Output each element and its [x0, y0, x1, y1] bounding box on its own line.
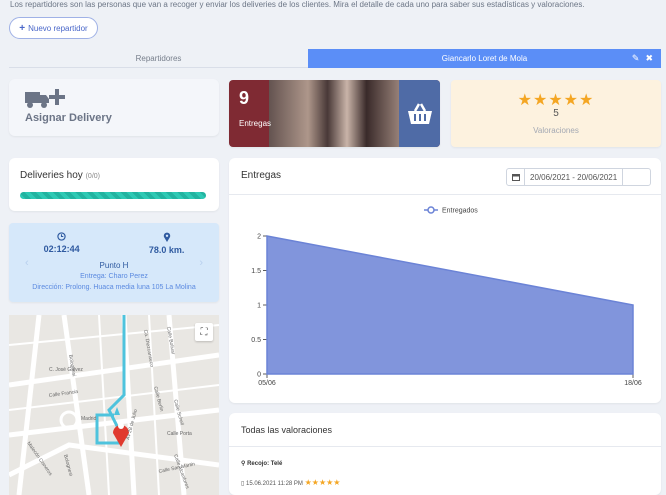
- ratings-divider: [229, 446, 661, 447]
- date-range-clear[interactable]: [622, 169, 650, 185]
- new-delivery-person-button[interactable]: + Nuevo repartidor: [9, 17, 98, 39]
- time-value: 02:12:44: [43, 244, 80, 254]
- chart-divider: [229, 194, 661, 195]
- date-range-picker[interactable]: 20/06/2021 - 20/06/2021: [506, 168, 651, 186]
- deliveries-progress-bar: [20, 192, 206, 199]
- valoraciones-label: Valoraciones: [533, 126, 579, 135]
- tab-actions: ✎ ✖: [632, 53, 653, 64]
- entregas-photo: [269, 80, 399, 147]
- edit-icon[interactable]: ✎: [632, 53, 640, 64]
- series-area-entregados: [266, 235, 634, 375]
- tab-repartidor-detail[interactable]: Giancarlo Loret de Mola ✎ ✖: [308, 49, 661, 68]
- date-range-input[interactable]: 20/06/2021 - 20/06/2021: [525, 169, 622, 185]
- street-label: Madrid: [81, 416, 97, 422]
- point-metrics: 02:12:44 78.0 km.: [9, 232, 219, 255]
- truck-plus-icon: [25, 89, 65, 108]
- y-tick-label: 1: [257, 303, 261, 310]
- street-label: Ca. Diezcanseco: [142, 329, 155, 367]
- street-label: Malecón Cisneros: [25, 441, 53, 478]
- pickup-label: Recojo: Telé: [247, 461, 283, 467]
- intro-text: Los repartidores son las personas que va…: [10, 0, 585, 9]
- y-tick-label: 0: [257, 372, 261, 379]
- chart-title: Entregas: [241, 170, 282, 181]
- street-label: Bolognesi: [67, 354, 77, 377]
- legend-label: Entregados: [442, 208, 478, 215]
- delivery-map[interactable]: Bolognesi Ca. Diezcanseco Calle Bolivar …: [9, 315, 219, 495]
- x-tick-label: 18/06: [624, 380, 642, 387]
- all-ratings-card: Todas las valoraciones ⚲ Recojo: Telé ▯ …: [229, 413, 661, 495]
- deliveries-today-card: Deliveries hoy (0/0): [9, 158, 219, 211]
- rating-date: ▯ 15.06.2021 11:28 PM ★★★★★: [241, 478, 340, 487]
- y-tick-label: 1.5: [251, 268, 261, 275]
- map-canvas[interactable]: Bolognesi Ca. Diezcanseco Calle Bolivar …: [9, 315, 219, 495]
- distance-value: 78.0 km.: [148, 245, 185, 255]
- y-tick-label: 2: [257, 234, 261, 241]
- tab-bar: Repartidores Giancarlo Loret de Mola ✎ ✖: [9, 49, 661, 68]
- valoraciones-value: 5: [553, 108, 559, 119]
- new-delivery-person-label: Nuevo repartidor: [28, 23, 88, 33]
- entregas-stat-card: 9 Entregas: [229, 80, 440, 147]
- entregas-count: 9: [239, 88, 250, 108]
- x-tick-label: 05/06: [258, 380, 276, 387]
- rating-item-stars: ★★★★★: [304, 478, 341, 487]
- point-address: Dirección: Prolong. Huaca media luna 105…: [32, 284, 196, 291]
- assign-delivery-card[interactable]: Asignar Delivery: [9, 79, 219, 136]
- rating-pickup: ⚲ Recojo: Telé: [241, 460, 282, 467]
- street-label: C. José Gálvez: [49, 367, 83, 373]
- delivery-point-card: 02:12:44 78.0 km. ‹ › Punto H Entrega: C…: [9, 223, 219, 302]
- deliveries-today-label: Deliveries hoy: [20, 170, 83, 181]
- legend-marker: [427, 206, 435, 214]
- all-ratings-title: Todas las valoraciones: [241, 425, 333, 435]
- distance-metric: 78.0 km.: [148, 232, 185, 255]
- time-metric: 02:12:44: [44, 232, 80, 255]
- street-label: Calle Bolivar: [165, 326, 176, 355]
- tab-repartidores[interactable]: Repartidores: [9, 49, 308, 68]
- motorcycle-icon: ⚲: [241, 461, 246, 467]
- calendar-icon[interactable]: [507, 169, 525, 185]
- clock-icon: [57, 232, 66, 241]
- plus-icon: +: [19, 22, 26, 34]
- point-recipient: Entrega: Charo Perez: [80, 273, 148, 280]
- basket-icon: [399, 80, 440, 147]
- point-name: Punto H: [99, 261, 129, 270]
- entregas-chart: 0 0.5 1 1.5 2 05/06 18/06 Entregados: [251, 206, 642, 387]
- street-label: Bolognesi: [62, 454, 73, 477]
- deliveries-today-count: (0/0): [85, 173, 100, 180]
- close-icon[interactable]: ✖: [645, 53, 653, 64]
- assign-delivery-label: Asignar Delivery: [25, 112, 112, 124]
- valoraciones-stat-card: ★★★★★ 5 Valoraciones: [451, 80, 661, 147]
- fullscreen-icon[interactable]: ⛶: [195, 323, 213, 341]
- rating-date-value: 15.06.2021 11:28 PM: [245, 481, 303, 487]
- deliveries-today-title: Deliveries hoy (0/0): [20, 170, 100, 181]
- street-label: Calle Porta: [167, 431, 192, 437]
- entregas-label: Entregas: [239, 119, 272, 128]
- location-pin-icon: [163, 232, 170, 242]
- entregas-chart-card: Entregas 20/06/2021 - 20/06/2021 0 0.5 1 1.…: [229, 158, 661, 403]
- tab-repartidor-detail-label: Giancarlo Loret de Mola: [441, 54, 528, 63]
- y-tick-label: 0.5: [251, 337, 261, 344]
- document-icon: ▯: [241, 481, 245, 487]
- rating-stars: ★★★★★: [517, 92, 595, 109]
